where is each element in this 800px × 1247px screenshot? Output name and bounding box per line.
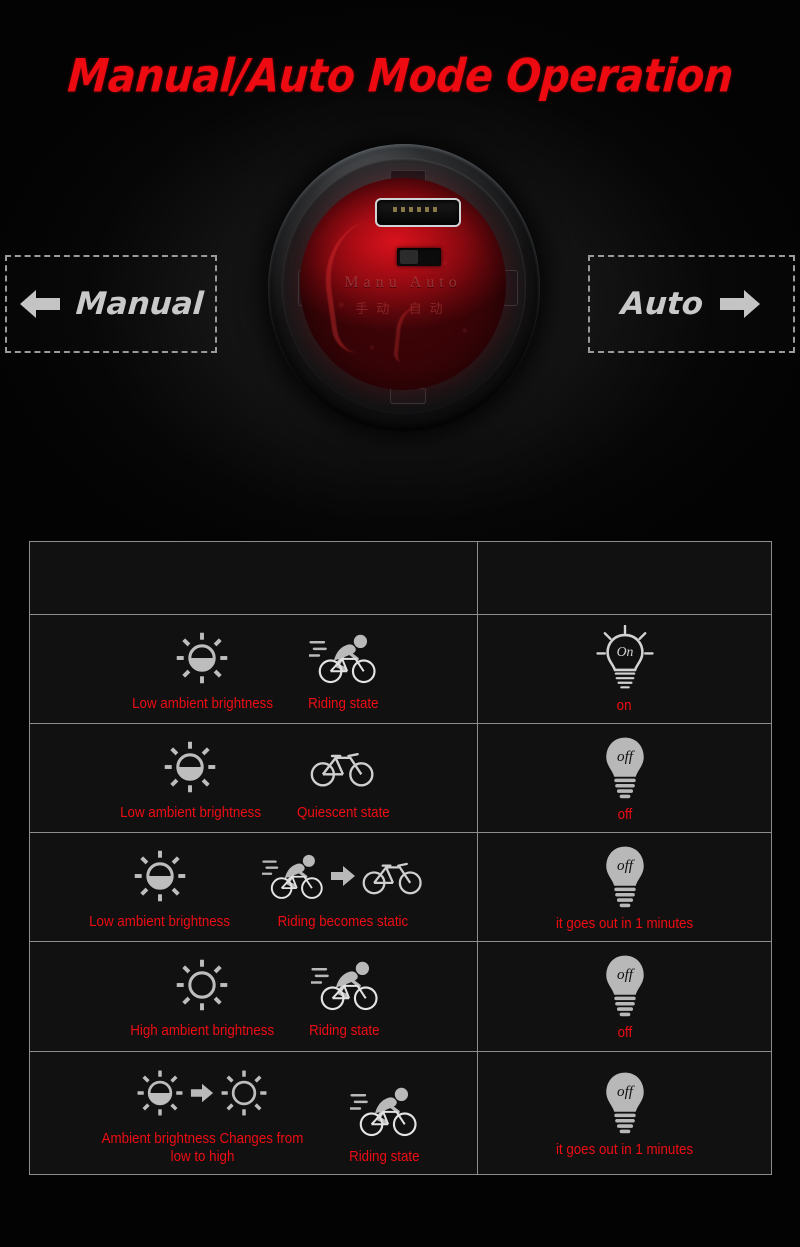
cyclist-riding-icon <box>309 630 377 686</box>
bulb-off-icon <box>596 734 654 800</box>
auto-mode-callout[interactable]: Auto <box>588 255 795 353</box>
sun-low-icon <box>175 631 230 685</box>
activity-label: Riding state <box>309 1023 380 1040</box>
table-header-result <box>477 541 772 615</box>
product-image-taillight: Manu Auto 手动 自动 <box>262 142 552 442</box>
table-header-row <box>29 541 772 615</box>
usb-pins <box>393 207 439 212</box>
result-cell: off <box>477 941 772 1052</box>
arrow-right-small-icon <box>330 862 356 890</box>
result-label: it goes out in 1 minutes <box>555 1141 694 1158</box>
activity-label: Riding state <box>307 696 379 712</box>
activity-block: Riding state <box>305 627 382 713</box>
result-cell: it goes out in 1 minutes <box>477 832 772 943</box>
activity-label: Quiescent state <box>296 805 390 822</box>
activity-label: Riding state <box>348 1148 420 1165</box>
bicycle-idle-icon <box>310 745 376 789</box>
table-row: High ambient brightness Riding state off <box>29 941 772 1052</box>
bulb-off-icon <box>596 843 654 909</box>
mode-slider-knob[interactable] <box>400 250 418 264</box>
brightness-block: Ambient brightness Changes from low to h… <box>85 1062 320 1166</box>
condition-cell: Ambient brightness Changes from low to h… <box>29 1050 478 1175</box>
sun-high-icon <box>220 1068 269 1117</box>
brightness-block: Low ambient brightness <box>83 845 236 931</box>
page-title: Manual/Auto Mode Operation <box>65 49 735 103</box>
bulb-on-icon <box>595 625 655 691</box>
taillight-clip-bottom <box>390 388 426 404</box>
taillight-red-lens: Manu Auto 手动 自动 <box>300 178 506 390</box>
manual-mode-label: Manual <box>75 286 205 322</box>
brightness-label: High ambient brightness <box>130 1023 275 1040</box>
condition-cell: Low ambient brightness Riding becomes st… <box>29 832 478 943</box>
arrow-right-small-icon <box>190 1080 214 1106</box>
table-row: Low ambient brightness Quiescent state o… <box>29 723 772 834</box>
cyclist-riding-icon <box>262 850 324 902</box>
auto-mode-label: Auto <box>620 286 705 322</box>
activity-block: Riding state <box>346 1080 423 1166</box>
arrow-right-icon <box>718 287 762 321</box>
result-cell: on <box>477 613 772 725</box>
condition-cell: Low ambient brightness Riding state <box>29 613 478 725</box>
table-row: Ambient brightness Changes from low to h… <box>29 1050 772 1175</box>
result-label: off <box>617 1025 632 1042</box>
bulb-off-icon <box>596 1069 654 1135</box>
result-label: on <box>617 698 632 714</box>
activity-block: Riding becomes static <box>262 845 424 931</box>
bulb-off-icon <box>596 952 654 1018</box>
mode-slider-switch[interactable] <box>397 248 441 266</box>
activity-label: Riding becomes static <box>277 914 409 931</box>
result-label: it goes out in 1 minutes <box>555 916 694 933</box>
table-row: Low ambient brightness Riding becomes st… <box>29 832 772 943</box>
lens-mode-text-secondary: 手动 自动 <box>355 301 451 316</box>
sun-low-icon <box>163 740 218 795</box>
condition-cell: Low ambient brightness Quiescent state <box>29 723 478 834</box>
result-cell: off <box>477 723 772 834</box>
bicycle-idle-icon <box>362 855 424 897</box>
manual-mode-callout[interactable]: Manual <box>5 255 217 353</box>
brightness-block: Low ambient brightness <box>114 736 267 822</box>
cyclist-riding-icon <box>350 1083 418 1139</box>
brightness-label: Low ambient brightness <box>89 914 230 931</box>
table-header-condition <box>29 541 478 615</box>
arrow-left-icon <box>18 287 62 321</box>
cyclist-riding-icon <box>311 957 379 1013</box>
sun-low-icon <box>132 849 187 904</box>
mode-behavior-table: Low ambient brightness Riding state on L… <box>29 541 772 1175</box>
sun-high-icon <box>175 958 230 1013</box>
activity-block: Riding state <box>306 954 383 1040</box>
page-title-container: Manual/Auto Mode Operation <box>0 49 800 103</box>
brightness-block: Low ambient brightness <box>126 627 279 713</box>
brightness-label: Low ambient brightness <box>131 696 273 712</box>
micro-usb-port <box>375 198 461 227</box>
page-root: Manual/Auto Mode Operation Manu Auto 手动 … <box>0 0 800 1247</box>
lens-mode-text-primary: Manu Auto <box>344 274 462 291</box>
result-cell: it goes out in 1 minutes <box>477 1050 772 1175</box>
brightness-block: High ambient brightness <box>124 954 280 1040</box>
brightness-label: Low ambient brightness <box>119 805 261 822</box>
brightness-label: Ambient brightness Changes from low to h… <box>101 1130 304 1165</box>
result-label: off <box>617 807 632 824</box>
condition-cell: High ambient brightness Riding state <box>29 941 478 1052</box>
table-row: Low ambient brightness Riding state on <box>29 613 772 725</box>
activity-block: Quiescent state <box>293 736 394 822</box>
sun-low-icon <box>136 1068 185 1117</box>
